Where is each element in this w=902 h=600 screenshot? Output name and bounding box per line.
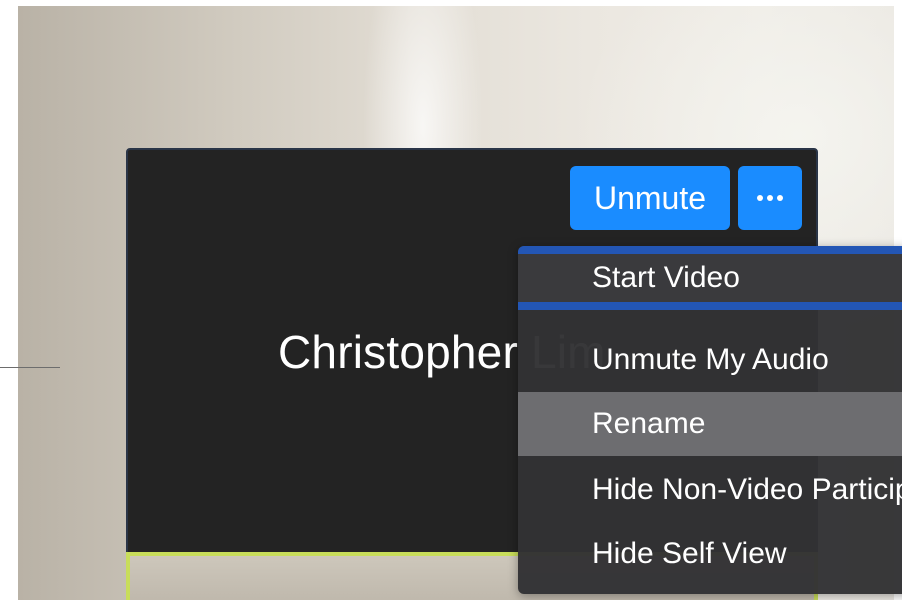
unmute-button[interactable]: Unmute (570, 166, 730, 230)
participant-context-menu: Start Video Unmute My Audio Rename Hide … (518, 246, 902, 594)
ellipsis-icon (777, 195, 783, 201)
ellipsis-icon (767, 195, 773, 201)
menu-item-rename[interactable]: Rename (518, 392, 902, 456)
menu-item-start-video[interactable]: Start Video (518, 246, 902, 310)
menu-item-hide-self-view[interactable]: Hide Self View (518, 522, 902, 586)
ellipsis-icon (757, 195, 763, 201)
more-options-button[interactable] (738, 166, 802, 230)
divider-line (0, 367, 60, 368)
menu-item-unmute-my-audio[interactable]: Unmute My Audio (518, 328, 902, 392)
meeting-window: Christopher Lim Unmute Start Video Unmut… (0, 0, 902, 600)
menu-item-hide-non-video-participants[interactable]: Hide Non-Video Participants (518, 458, 902, 522)
